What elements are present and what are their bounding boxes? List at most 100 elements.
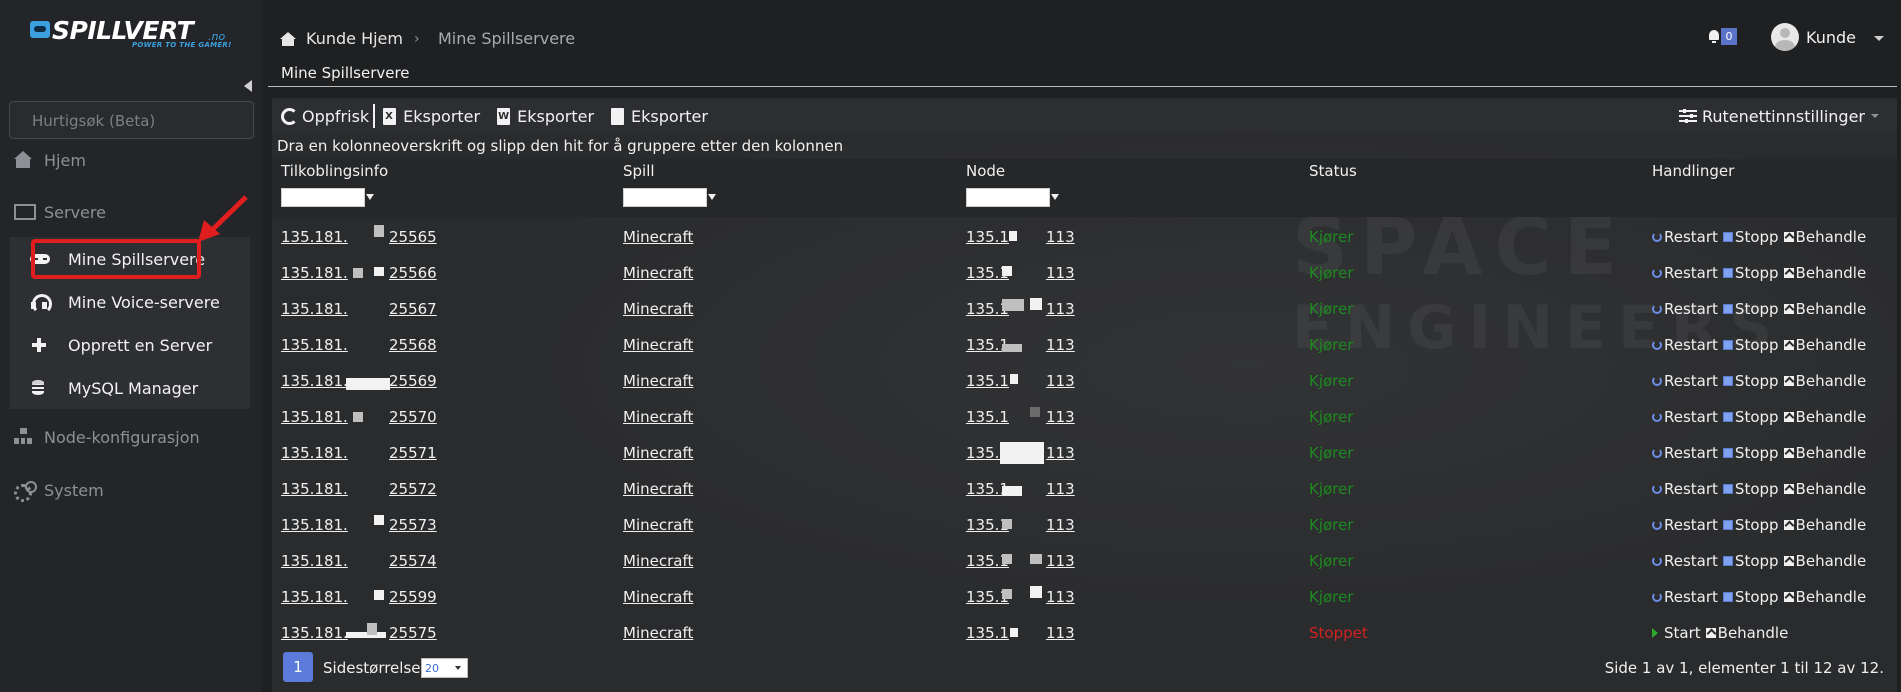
connection-port-link[interactable]: 25565 (389, 228, 437, 246)
connection-ip-link[interactable]: 135.181. (281, 372, 348, 390)
export-excel-button[interactable]: X Eksporter (383, 107, 480, 126)
manage-button[interactable]: Behandle (1783, 480, 1866, 498)
node-suffix-link[interactable]: 113 (1046, 552, 1075, 570)
connection-ip-link[interactable]: 135.181. (281, 264, 348, 282)
filter-dropdown-icon[interactable] (708, 194, 716, 200)
sidebar-item-mysql-manager[interactable]: MySQL Manager (30, 376, 198, 400)
node-suffix-link[interactable]: 113 (1046, 408, 1075, 426)
node-suffix-link[interactable]: 113 (1046, 372, 1075, 390)
stop-button[interactable]: Stopp (1722, 372, 1779, 390)
restart-button[interactable]: Restart (1652, 552, 1718, 570)
connection-port-link[interactable]: 25572 (389, 480, 437, 498)
connection-ip-link[interactable]: 135.181. (281, 300, 348, 318)
stop-button[interactable]: Stopp (1722, 480, 1779, 498)
node-suffix-link[interactable]: 113 (1046, 228, 1075, 246)
manage-button[interactable]: Behandle (1783, 444, 1866, 462)
spillvert-logo[interactable]: SPILLVERT .no POWER TO THE GAMER! (30, 16, 240, 52)
notification-badge[interactable]: 0 (1721, 28, 1737, 45)
restart-button[interactable]: Restart (1652, 228, 1718, 246)
node-suffix-link[interactable]: 113 (1046, 480, 1075, 498)
restart-button[interactable]: Restart (1652, 444, 1718, 462)
sidebar-item-home[interactable]: Hjem (14, 148, 86, 172)
stop-button[interactable]: Stopp (1722, 552, 1779, 570)
connection-ip-link[interactable]: 135.181. (281, 444, 348, 462)
column-header-node[interactable]: Node (966, 162, 1005, 180)
sidebar-item-create-server[interactable]: Opprett en Server (30, 333, 212, 357)
collapse-sidebar-icon[interactable] (244, 80, 252, 92)
sidebar-item-my-voice-servers[interactable]: Mine Voice-servere (30, 290, 220, 314)
restart-button[interactable]: Restart (1652, 480, 1718, 498)
game-link[interactable]: Minecraft (623, 408, 693, 426)
stop-button[interactable]: Stopp (1722, 300, 1779, 318)
stop-button[interactable]: Stopp (1722, 228, 1779, 246)
manage-button[interactable]: Behandle (1783, 588, 1866, 606)
filter-dropdown-icon[interactable] (1051, 194, 1059, 200)
filter-input-connection[interactable] (281, 188, 365, 207)
connection-ip-link[interactable]: 135.181. (281, 516, 348, 534)
connection-ip-link[interactable]: 135.181. (281, 228, 348, 246)
node-suffix-link[interactable]: 113 (1046, 624, 1075, 642)
connection-ip-link[interactable]: 135.181. (281, 336, 348, 354)
node-suffix-link[interactable]: 113 (1046, 588, 1075, 606)
game-link[interactable]: Minecraft (623, 228, 693, 246)
manage-button[interactable]: Behandle (1783, 264, 1866, 282)
connection-port-link[interactable]: 25567 (389, 300, 437, 318)
manage-button[interactable]: Behandle (1705, 624, 1788, 642)
connection-port-link[interactable]: 25599 (389, 588, 437, 606)
node-ip-link[interactable]: 135.1 (966, 228, 1009, 246)
node-suffix-link[interactable]: 113 (1046, 444, 1075, 462)
sidebar-item-node-config[interactable]: Node-konfigurasjon (14, 425, 200, 449)
sidebar-item-servers[interactable]: Servere (14, 200, 106, 224)
game-link[interactable]: Minecraft (623, 300, 693, 318)
connection-port-link[interactable]: 25570 (389, 408, 437, 426)
stop-button[interactable]: Stopp (1722, 516, 1779, 534)
avatar[interactable] (1771, 23, 1799, 51)
node-suffix-link[interactable]: 113 (1046, 300, 1075, 318)
manage-button[interactable]: Behandle (1783, 300, 1866, 318)
quick-search-input[interactable]: Hurtigsøk (Beta) (9, 101, 254, 139)
restart-button[interactable]: Restart (1652, 264, 1718, 282)
node-suffix-link[interactable]: 113 (1046, 516, 1075, 534)
connection-ip-link[interactable]: 135.181. (281, 588, 348, 606)
sidebar-item-system[interactable]: System (14, 478, 104, 502)
column-header-status[interactable]: Status (1309, 162, 1357, 180)
group-by-hint[interactable]: Dra en kolonneoverskrift og slipp den hi… (277, 137, 843, 155)
game-link[interactable]: Minecraft (623, 480, 693, 498)
page-size-select[interactable]: 20 (421, 658, 468, 678)
chevron-down-icon[interactable] (1874, 36, 1884, 41)
bell-icon[interactable] (1708, 30, 1720, 43)
manage-button[interactable]: Behandle (1783, 408, 1866, 426)
connection-ip-link[interactable]: 135.181. (281, 552, 348, 570)
restart-button[interactable]: Restart (1652, 408, 1718, 426)
restart-button[interactable]: Restart (1652, 336, 1718, 354)
filter-input-game[interactable] (623, 188, 707, 207)
connection-port-link[interactable]: 25569 (389, 372, 437, 390)
column-header-connection[interactable]: Tilkoblingsinfo (281, 162, 388, 180)
game-link[interactable]: Minecraft (623, 264, 693, 282)
node-ip-link[interactable]: 135.1 (966, 372, 1009, 390)
game-link[interactable]: Minecraft (623, 444, 693, 462)
connection-port-link[interactable]: 25571 (389, 444, 437, 462)
column-header-game[interactable]: Spill (623, 162, 655, 180)
filter-input-node[interactable] (966, 188, 1050, 207)
game-link[interactable]: Minecraft (623, 336, 693, 354)
breadcrumb-home[interactable]: Kunde Hjem (280, 29, 403, 48)
connection-ip-link[interactable]: 135.181. (281, 408, 348, 426)
stop-button[interactable]: Stopp (1722, 336, 1779, 354)
game-link[interactable]: Minecraft (623, 372, 693, 390)
page-button-1[interactable]: 1 (283, 652, 313, 682)
game-link[interactable]: Minecraft (623, 624, 693, 642)
stop-button[interactable]: Stopp (1722, 444, 1779, 462)
restart-button[interactable]: Restart (1652, 588, 1718, 606)
manage-button[interactable]: Behandle (1783, 372, 1866, 390)
restart-button[interactable]: Restart (1652, 300, 1718, 318)
export-pdf-button[interactable]: Eksporter (611, 107, 708, 126)
manage-button[interactable]: Behandle (1783, 552, 1866, 570)
node-ip-link[interactable]: 135.1 (966, 408, 1009, 426)
game-link[interactable]: Minecraft (623, 588, 693, 606)
connection-port-link[interactable]: 25568 (389, 336, 437, 354)
node-suffix-link[interactable]: 113 (1046, 336, 1075, 354)
grid-settings-button[interactable]: Rutenettinnstillinger (1678, 100, 1879, 132)
manage-button[interactable]: Behandle (1783, 228, 1866, 246)
node-suffix-link[interactable]: 113 (1046, 264, 1075, 282)
